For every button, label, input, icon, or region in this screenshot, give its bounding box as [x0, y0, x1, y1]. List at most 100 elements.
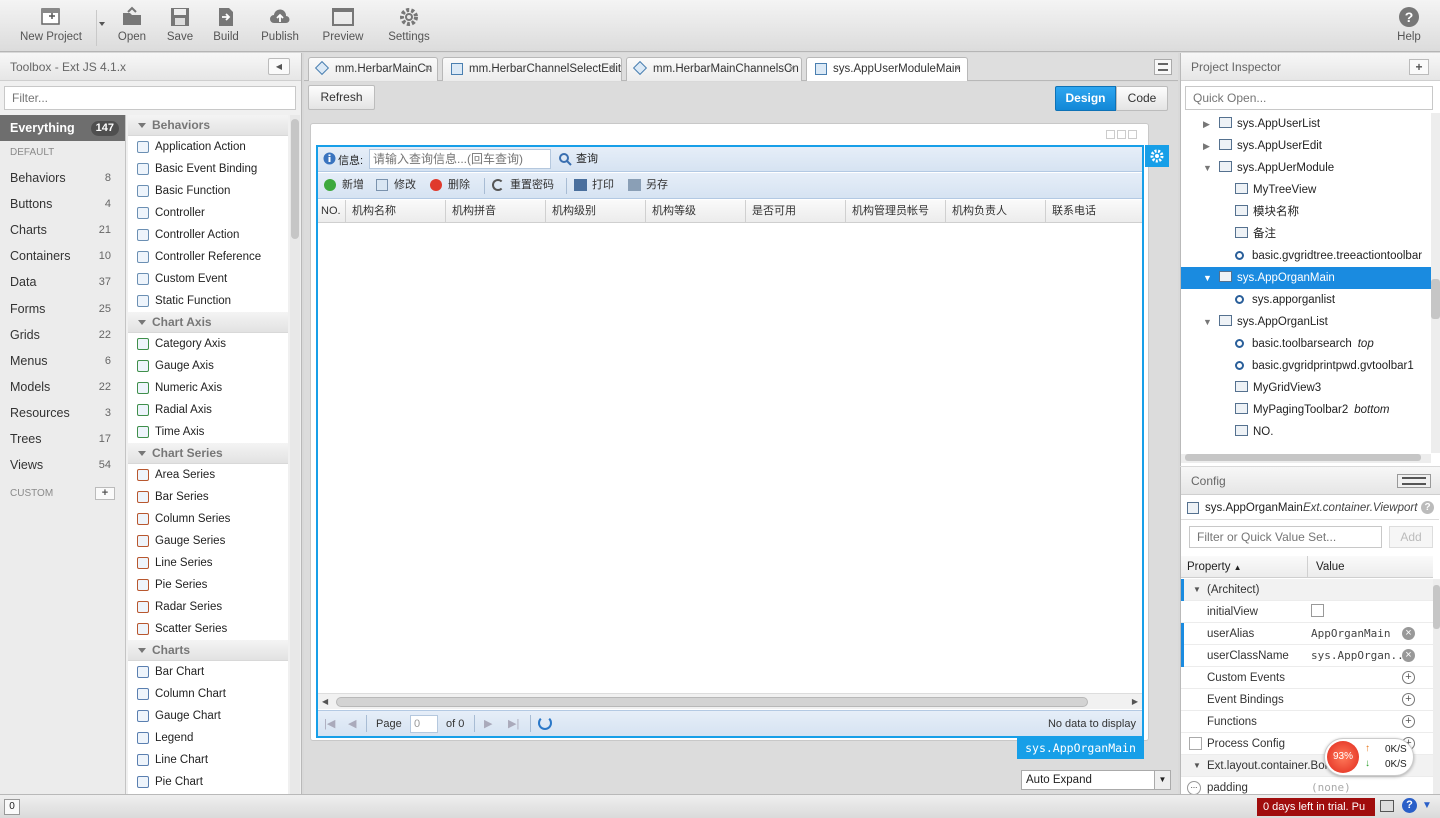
property-value[interactable]: (none)	[1311, 777, 1351, 794]
toolbox-item[interactable]: Scatter Series	[128, 618, 288, 640]
refresh-button[interactable]: Refresh	[308, 85, 375, 110]
scroll-right-icon[interactable]: ▶	[1132, 697, 1138, 706]
new-project-button[interactable]: New Project	[14, 6, 88, 48]
property-column-header[interactable]: Property ▲	[1187, 556, 1242, 579]
toolbox-item[interactable]: Numeric Axis	[128, 377, 288, 399]
column-header[interactable]: 机构级别	[546, 200, 646, 222]
toolbox-item[interactable]: Legend	[128, 727, 288, 749]
collapse-toolbox-button[interactable]: ◀	[268, 58, 290, 75]
toolbox-item[interactable]: Area Series	[128, 464, 288, 486]
close-icon[interactable]: ×	[424, 58, 431, 80]
process-config-checkbox[interactable]	[1189, 737, 1202, 750]
publish-button[interactable]: Publish	[258, 6, 302, 48]
tree-node[interactable]: NO.	[1181, 421, 1431, 443]
toolbox-item[interactable]: Time Axis	[128, 421, 288, 443]
category-item[interactable]: Grids 22	[0, 322, 125, 348]
quick-open-input[interactable]	[1185, 86, 1433, 110]
help-icon[interactable]: ?	[1402, 798, 1417, 813]
refresh-icon[interactable]	[538, 716, 552, 730]
category-item[interactable]: Containers 10	[0, 243, 125, 269]
open-button[interactable]: Open	[114, 6, 150, 48]
chevron-right-icon[interactable]: ▶	[1203, 113, 1215, 135]
config-property-row[interactable]: Functions +	[1181, 711, 1433, 733]
property-value[interactable]: sys.AppOrgan...	[1311, 645, 1410, 667]
category-item[interactable]: Data 37	[0, 269, 125, 295]
error-count-badge[interactable]: 0	[4, 799, 20, 815]
config-property-row[interactable]: userClassName sys.AppOrgan... ×	[1181, 645, 1433, 667]
tree-node[interactable]: MyPagingToolbar2 bottom	[1181, 399, 1431, 421]
toolbox-item[interactable]: Column Series	[128, 508, 288, 530]
delete-button[interactable]: 删除	[430, 173, 470, 197]
plus-icon[interactable]: +	[1402, 693, 1415, 706]
tree-node[interactable]: MyGridView3	[1181, 377, 1431, 399]
column-header[interactable]: 机构负责人	[946, 200, 1046, 222]
tree-node[interactable]: ▼ sys.AppOrganMain	[1181, 267, 1431, 289]
print-button[interactable]: 打印	[574, 173, 614, 197]
chevron-right-icon[interactable]: ▶	[1203, 135, 1215, 157]
column-header[interactable]: 机构名称	[346, 200, 446, 222]
scrollbar-thumb[interactable]	[291, 119, 299, 239]
category-item[interactable]: Forms 25	[0, 296, 125, 322]
tree-node[interactable]: basic.gvgridprintpwd.gvtoolbar1	[1181, 355, 1431, 377]
tree-node[interactable]: ▶ sys.AppUserEdit	[1181, 135, 1431, 157]
column-header[interactable]: 机构等级	[646, 200, 746, 222]
toolbox-item[interactable]: Basic Event Binding	[128, 158, 288, 180]
close-icon[interactable]: ×	[788, 58, 795, 80]
more-icon[interactable]: ...	[1187, 781, 1201, 794]
toolbox-item[interactable]: Radial Axis	[128, 399, 288, 421]
save-as-button[interactable]: 另存	[628, 173, 668, 197]
help-icon[interactable]: ?	[1421, 501, 1434, 514]
value-column-header[interactable]: Value	[1307, 556, 1345, 578]
initial-view-checkbox[interactable]	[1311, 604, 1324, 617]
plus-icon[interactable]: +	[1402, 715, 1415, 728]
page-number-input[interactable]	[410, 715, 438, 733]
toolbox-section-header[interactable]: Charts	[128, 640, 288, 661]
chevron-down-icon[interactable]: ▼	[1203, 157, 1215, 179]
keyboard-icon[interactable]	[1380, 800, 1394, 812]
add-config-button[interactable]: Add	[1389, 526, 1433, 548]
category-item[interactable]: Buttons 4	[0, 191, 125, 217]
config-property-row[interactable]: initialView	[1181, 601, 1433, 623]
add-button[interactable]: 新增	[324, 173, 364, 197]
search-button[interactable]: 查询	[558, 147, 598, 171]
edit-button[interactable]: 修改	[376, 173, 416, 197]
toolbox-section-header[interactable]: Chart Series	[128, 443, 288, 464]
reset-password-button[interactable]: 重置密码	[492, 173, 554, 197]
config-property-row[interactable]: Custom Events +	[1181, 667, 1433, 689]
toolbox-item[interactable]: Controller Action	[128, 224, 288, 246]
category-item[interactable]: Resources 3	[0, 400, 125, 426]
chevron-down-icon[interactable]: ▼	[1193, 755, 1201, 777]
tab-menu-button[interactable]	[1154, 59, 1172, 75]
viewport-component[interactable]: 信息: 查询 新增 修改 删除 重置密码 打印 另存 NO. 机构名称 机构拼音…	[316, 145, 1144, 738]
toolbox-item[interactable]: Radar Series	[128, 596, 288, 618]
toolbox-item[interactable]: Controller Reference	[128, 246, 288, 268]
first-page-icon[interactable]: |◀	[324, 717, 335, 730]
add-item-button[interactable]: +	[1409, 59, 1429, 75]
toolbox-item[interactable]: Static Function	[128, 290, 288, 312]
toolbox-filter-input[interactable]	[4, 86, 296, 110]
tray-arrow-icon[interactable]: ▼	[1422, 800, 1432, 811]
category-item[interactable]: Behaviors 8	[0, 165, 125, 191]
scroll-left-icon[interactable]: ◀	[322, 697, 328, 706]
category-item[interactable]: Trees 17	[0, 426, 125, 452]
scrollbar-thumb[interactable]	[336, 697, 1088, 707]
inspector-scrollbar[interactable]	[1431, 113, 1440, 453]
tab-herbar-main-cn[interactable]: mm.HerbarMainCn ×	[308, 57, 438, 81]
tab-app-user-module-main[interactable]: sys.AppUserModuleMain ×	[806, 57, 968, 81]
category-item[interactable]: Charts 21	[0, 217, 125, 243]
inspector-h-scrollbar[interactable]	[1181, 454, 1431, 463]
column-header[interactable]: NO.	[318, 200, 346, 222]
tree-node[interactable]: MyTreeView	[1181, 179, 1431, 201]
add-custom-button[interactable]: +	[95, 487, 115, 501]
tree-node[interactable]: basic.gvgridtree.treeactiontoolbar	[1181, 245, 1431, 267]
column-header[interactable]: 联系电话	[1046, 200, 1142, 222]
category-item[interactable]: Models 22	[0, 374, 125, 400]
preview-button[interactable]: Preview	[318, 6, 368, 48]
category-item[interactable]: Everything 147	[0, 115, 125, 142]
toolbox-item[interactable]: Controller	[128, 202, 288, 224]
category-item[interactable]: Views 54	[0, 452, 125, 478]
chevron-down-icon[interactable]: ▼	[1193, 579, 1201, 601]
toolbox-item[interactable]: Gauge Axis	[128, 355, 288, 377]
toolbox-item[interactable]: Custom Event	[128, 268, 288, 290]
toolbox-item[interactable]: Column Chart	[128, 683, 288, 705]
